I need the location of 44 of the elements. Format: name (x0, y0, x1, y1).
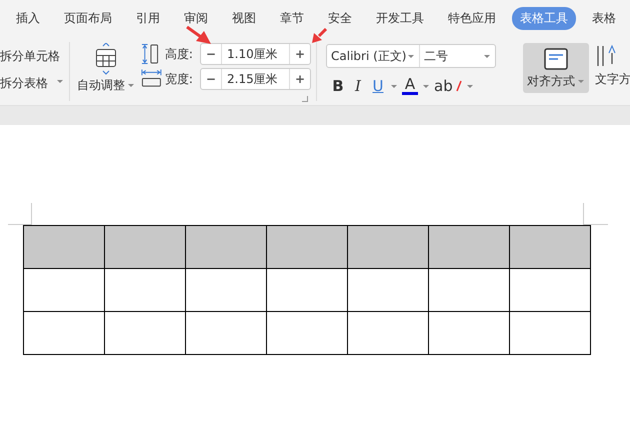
dialog-launcher-icon (302, 96, 308, 102)
caret-icon (483, 54, 491, 58)
caret-icon (407, 54, 415, 58)
font-dropdown[interactable]: Calibri (正文) (327, 45, 420, 67)
pen-icon (456, 80, 462, 92)
ribbon-tab[interactable]: 引用 (128, 6, 168, 30)
ribbon-tab[interactable]: 章节 (272, 6, 312, 30)
font-color-button[interactable]: A (402, 77, 418, 95)
caret-icon (127, 83, 135, 88)
caret-icon (466, 84, 474, 88)
increase-button[interactable]: + (290, 72, 310, 86)
table-autofit-icon (93, 43, 119, 75)
width-label: 宽度: (164, 70, 194, 88)
align-button[interactable]: 对齐方式 (523, 43, 589, 93)
bold-button[interactable]: B (330, 77, 346, 95)
increase-button[interactable]: + (290, 47, 310, 61)
annotation-arrow (311, 28, 327, 44)
ribbon-tab[interactable]: 视图 (224, 6, 264, 30)
caret-icon (577, 79, 585, 84)
ribbon-tab[interactable]: 开发工具 (368, 6, 432, 30)
caret-icon (56, 79, 64, 84)
autofit-button[interactable]: 自动调整 (77, 77, 125, 94)
ribbon-tab[interactable]: 表格 (584, 6, 624, 30)
height-label: 高度: (164, 46, 194, 62)
underline-button[interactable]: U (370, 77, 386, 95)
ribbon-tab[interactable]: 页面布局 (56, 6, 120, 30)
ribbon-tab[interactable]: 特色应用 (440, 6, 504, 30)
size-dropdown[interactable]: 二号 (420, 45, 495, 67)
align-icon (544, 48, 568, 70)
ribbon-tab[interactable]: 审阅 (176, 6, 216, 30)
margin-marks-icon (8, 203, 608, 225)
decrease-button[interactable]: − (201, 47, 221, 61)
decrease-button[interactable]: − (201, 72, 221, 86)
split-cell-button[interactable]: 拆分单元格 (0, 48, 64, 65)
caret-icon (390, 84, 398, 88)
ribbon-tab[interactable]: 插入 (8, 6, 48, 30)
annotation-arrow (186, 26, 212, 45)
spinner-field[interactable]: − 1.10厘米 + (200, 43, 311, 65)
ribbon-tab[interactable]: 安全 (320, 6, 360, 30)
highlight-button[interactable]: ab (434, 77, 452, 95)
italic-button[interactable]: I (350, 77, 366, 95)
caret-icon (422, 84, 430, 88)
spinner-field[interactable]: − 2.15厘米 + (200, 68, 311, 90)
split-table-button[interactable]: 拆分表格 (0, 75, 64, 92)
